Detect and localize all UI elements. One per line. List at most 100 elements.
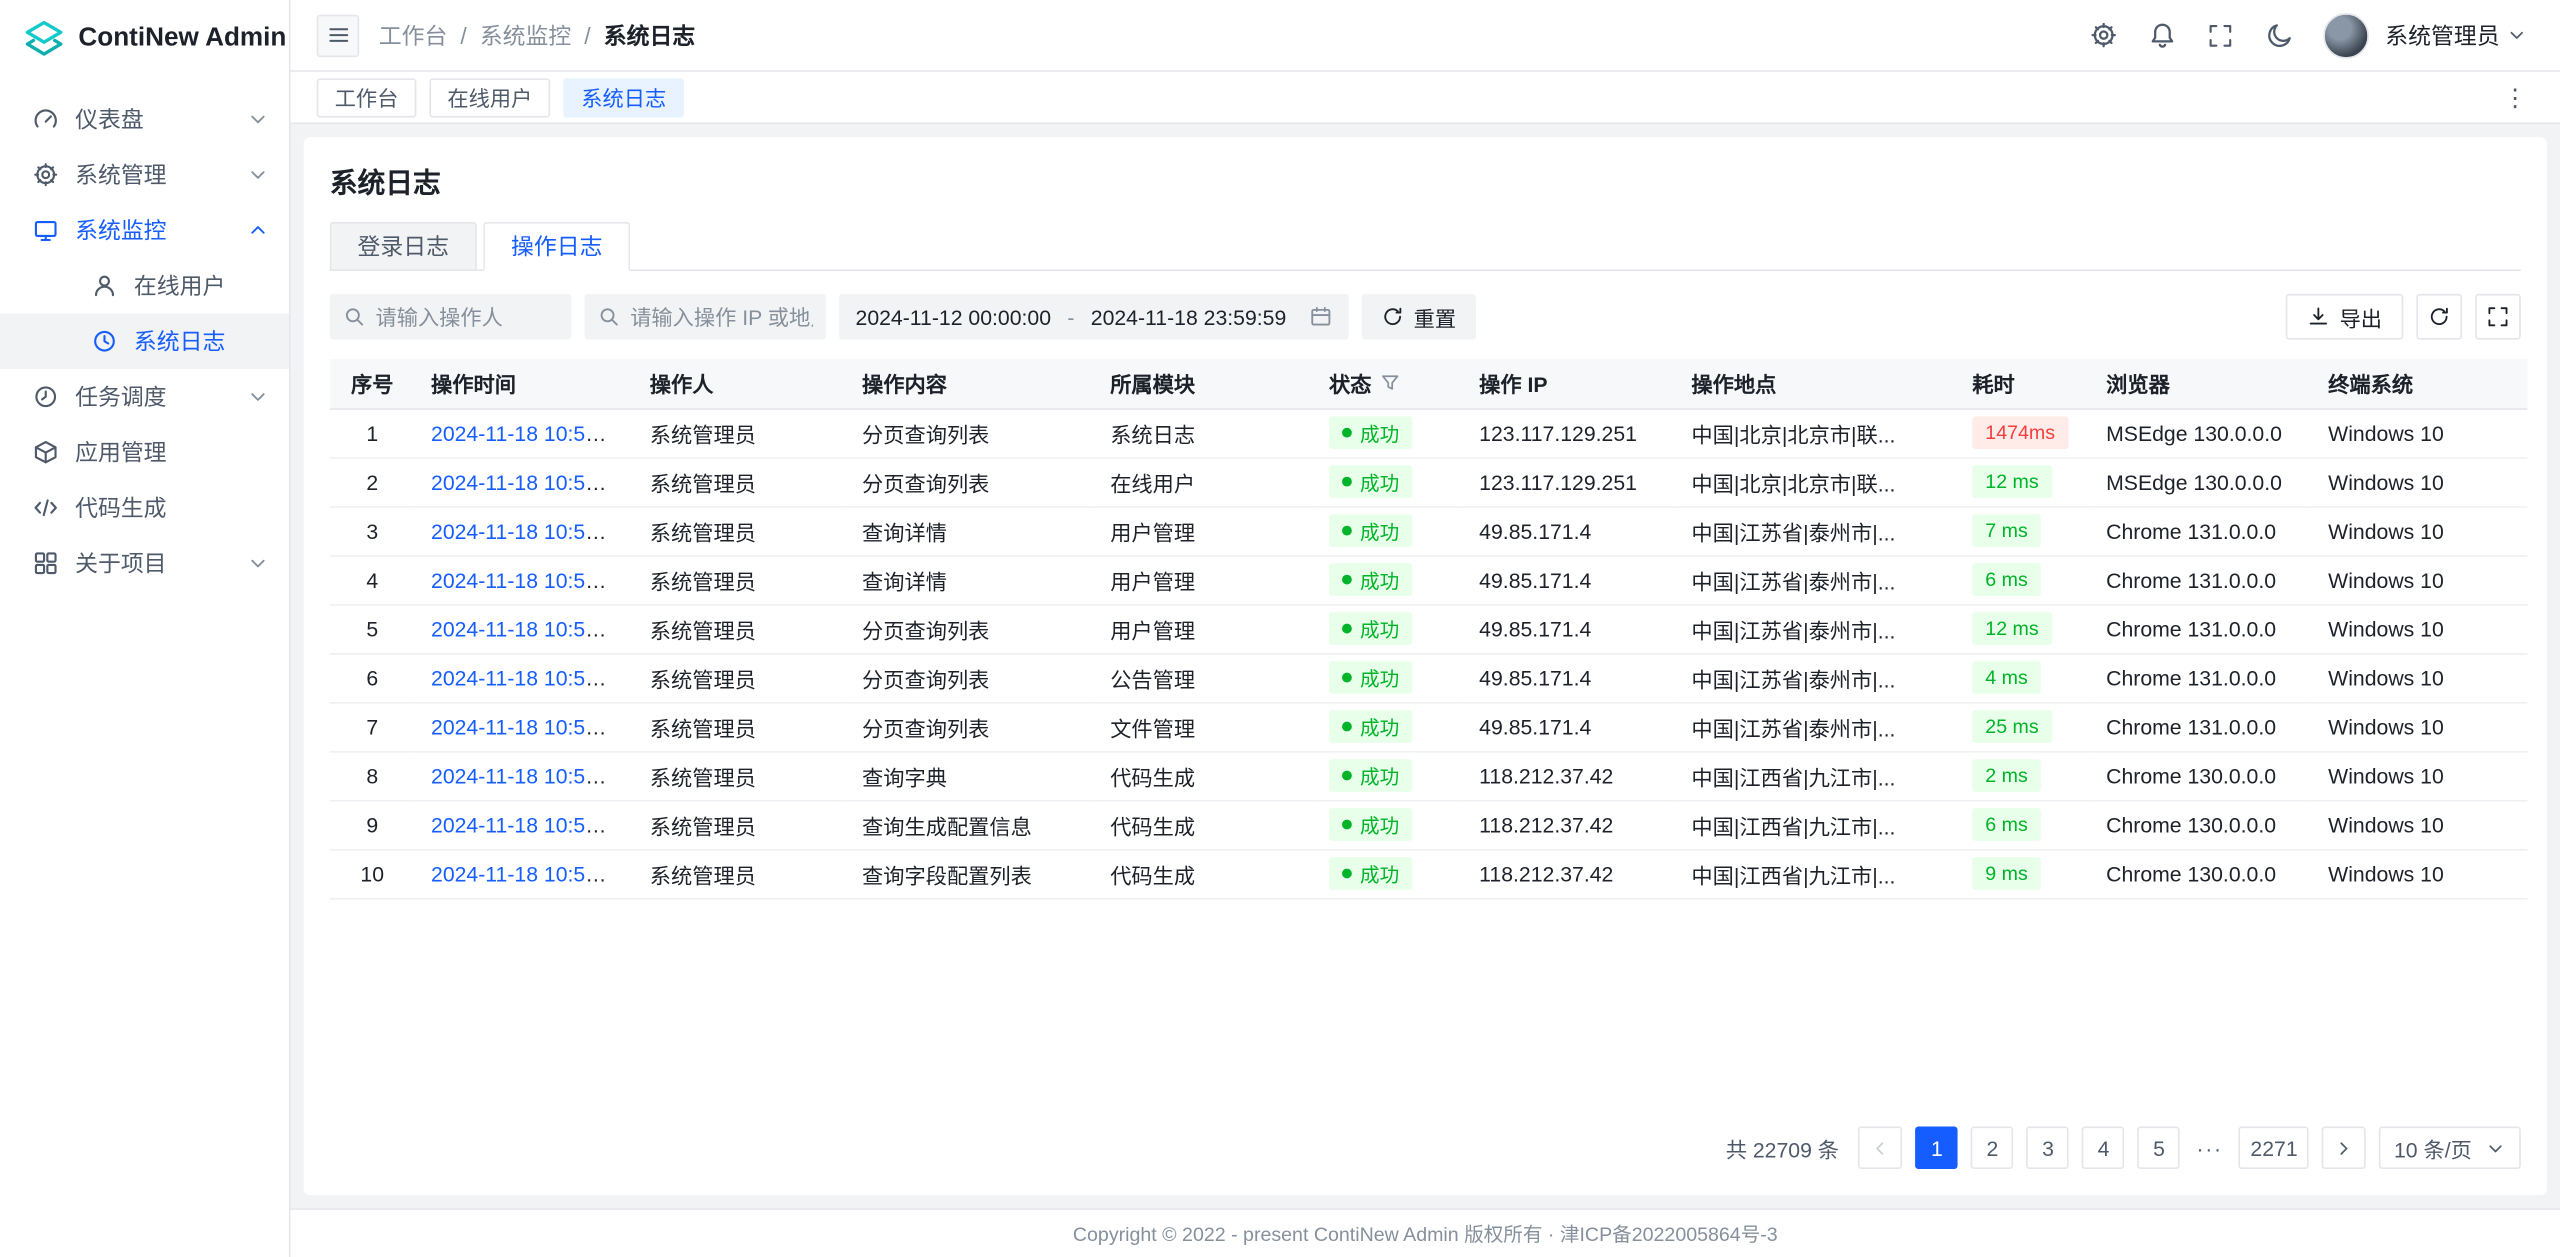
operation-time-link[interactable]: 2024-11-18 10:52:12 bbox=[431, 518, 627, 542]
table-row: 2 2024-11-18 10:52:47 系统管理员 分页查询列表 在线用户 … bbox=[330, 457, 2528, 506]
duration-badge: 9 ms bbox=[1972, 857, 2041, 890]
cell-index: 3 bbox=[330, 506, 415, 555]
pagination-ellipsis[interactable]: ··· bbox=[2193, 1136, 2226, 1160]
sidebar-item-task-schedule[interactable]: 任务调度 bbox=[0, 369, 289, 425]
tab-label: 操作日志 bbox=[511, 230, 602, 263]
operation-time-link[interactable]: 2024-11-18 10:52:05 bbox=[431, 567, 627, 591]
cell-ip: 118.212.37.42 bbox=[1463, 751, 1675, 800]
sidebar-item-system-management[interactable]: 系统管理 bbox=[0, 147, 289, 203]
operation-time-link[interactable]: 2024-11-18 10:51:52 bbox=[431, 714, 627, 738]
col-duration: 耗时 bbox=[1956, 359, 2090, 408]
sidebar-item-dashboard[interactable]: 仪表盘 bbox=[0, 91, 289, 147]
breadcrumb-item[interactable]: 系统监控 bbox=[480, 19, 571, 52]
operation-time-link[interactable]: 2024-11-18 10:51:55 bbox=[431, 616, 627, 640]
app-logo[interactable]: ContiNew Admin bbox=[0, 0, 289, 78]
cell-ip: 123.117.129.251 bbox=[1463, 408, 1675, 457]
cell-os: Windows 10 bbox=[2312, 506, 2528, 555]
sidebar-item-system-log[interactable]: 系统日志 bbox=[0, 313, 289, 369]
page-size-value: 10 条/页 bbox=[2394, 1132, 2472, 1163]
status-label: 成功 bbox=[1360, 566, 1399, 594]
filter-icon[interactable] bbox=[1380, 373, 1401, 394]
status-dot-icon bbox=[1342, 624, 1352, 634]
cell-operation-time: 2024-11-18 10:52:05 bbox=[415, 555, 634, 604]
sidebar-item-about-project[interactable]: 关于项目 bbox=[0, 536, 289, 592]
cell-status: 成功 bbox=[1313, 604, 1463, 653]
operator-search-field bbox=[330, 294, 572, 340]
cell-duration: 6 ms bbox=[1956, 800, 2090, 849]
notifications-button[interactable] bbox=[2137, 11, 2186, 60]
cell-content: 分页查询列表 bbox=[846, 702, 1094, 751]
sidebar-collapse-button[interactable] bbox=[317, 14, 359, 56]
workspace-tab-system-log[interactable]: 系统日志 bbox=[563, 78, 684, 117]
user-menu[interactable]: 系统管理员 bbox=[2379, 19, 2534, 52]
date-range-picker[interactable]: 2024-11-12 00:00:00 - 2024-11-18 23:59:5… bbox=[839, 294, 1348, 340]
tab-label: 登录日志 bbox=[358, 230, 449, 263]
settings-button[interactable] bbox=[2078, 11, 2127, 60]
cell-operator: 系统管理员 bbox=[633, 408, 845, 457]
user-name: 系统管理员 bbox=[2385, 19, 2499, 52]
export-button[interactable]: 导出 bbox=[2286, 294, 2404, 340]
pagination-page-4[interactable]: 4 bbox=[2082, 1127, 2124, 1169]
cell-module: 用户管理 bbox=[1094, 506, 1313, 555]
status-dot-icon bbox=[1342, 722, 1352, 732]
pagination-page-2[interactable]: 2 bbox=[1971, 1127, 2013, 1169]
pagination-prev-button[interactable] bbox=[1859, 1127, 1903, 1169]
operator-search-input[interactable] bbox=[376, 304, 559, 328]
pagination-page-3[interactable]: 3 bbox=[2027, 1127, 2069, 1169]
cell-duration: 2 ms bbox=[1956, 751, 2090, 800]
avatar[interactable] bbox=[2323, 12, 2369, 58]
fullscreen-button[interactable] bbox=[2196, 11, 2245, 60]
sidebar-item-app-management[interactable]: 应用管理 bbox=[0, 424, 289, 480]
ip-search-input[interactable] bbox=[630, 304, 813, 328]
cell-duration: 25 ms bbox=[1956, 702, 2090, 751]
cell-module: 公告管理 bbox=[1094, 653, 1313, 702]
breadcrumb: 工作台 / 系统监控 / 系统日志 bbox=[379, 19, 695, 52]
pagination-page-5[interactable]: 5 bbox=[2138, 1127, 2180, 1169]
operation-time-link[interactable]: 2024-11-18 10:51:49 bbox=[431, 861, 627, 885]
log-table: 序号 操作时间 操作人 操作内容 所属模块 状态 bbox=[330, 359, 2521, 899]
gear-icon bbox=[33, 162, 59, 188]
reset-button[interactable]: 重置 bbox=[1361, 294, 1475, 340]
cell-browser: Chrome 130.0.0.0 bbox=[2090, 751, 2312, 800]
pagination-last-page[interactable]: 2271 bbox=[2239, 1127, 2309, 1169]
operation-time-link[interactable]: 2024-11-18 10:52:55 bbox=[431, 420, 627, 444]
cell-status: 成功 bbox=[1313, 555, 1463, 604]
operation-time-link[interactable]: 2024-11-18 10:51:49 bbox=[431, 812, 627, 836]
cell-content: 分页查询列表 bbox=[846, 457, 1094, 506]
cell-operation-time: 2024-11-18 10:52:12 bbox=[415, 506, 634, 555]
tab-operation-log[interactable]: 操作日志 bbox=[483, 222, 630, 271]
refresh-table-button[interactable] bbox=[2416, 294, 2462, 340]
dark-mode-button[interactable] bbox=[2255, 11, 2304, 60]
cell-duration: 12 ms bbox=[1956, 604, 2090, 653]
operation-time-link[interactable]: 2024-11-18 10:52:47 bbox=[431, 469, 627, 493]
sidebar-item-label: 系统日志 bbox=[134, 325, 225, 358]
breadcrumb-separator: / bbox=[584, 22, 590, 48]
status-label: 成功 bbox=[1360, 419, 1399, 447]
duration-badge: 4 ms bbox=[1972, 661, 2041, 694]
cell-status: 成功 bbox=[1313, 800, 1463, 849]
cell-operator: 系统管理员 bbox=[633, 702, 845, 751]
refresh-icon bbox=[2428, 305, 2451, 328]
sidebar-item-code-generation[interactable]: 代码生成 bbox=[0, 480, 289, 536]
cell-operation-time: 2024-11-18 10:52:55 bbox=[415, 408, 634, 457]
pagination-next-button[interactable] bbox=[2322, 1127, 2366, 1169]
operation-time-link[interactable]: 2024-11-18 10:51:53 bbox=[431, 665, 627, 689]
workspace-tab-online-users[interactable]: 在线用户 bbox=[429, 78, 550, 117]
tabs-more-button[interactable]: ⋮ bbox=[2496, 82, 2534, 111]
fullscreen-table-button[interactable] bbox=[2475, 294, 2521, 340]
cell-os: Windows 10 bbox=[2312, 555, 2528, 604]
cell-duration: 6 ms bbox=[1956, 555, 2090, 604]
table-header-row: 序号 操作时间 操作人 操作内容 所属模块 状态 bbox=[330, 359, 2528, 408]
breadcrumb-item[interactable]: 工作台 bbox=[379, 19, 448, 52]
operation-time-link[interactable]: 2024-11-18 10:51:50 bbox=[431, 763, 627, 787]
cell-index: 10 bbox=[330, 849, 415, 898]
workspace-tab-home[interactable]: 工作台 bbox=[317, 78, 417, 117]
sidebar-item-system-monitor[interactable]: 系统监控 bbox=[0, 202, 289, 258]
history-icon bbox=[91, 328, 117, 354]
pagination-page-1[interactable]: 1 bbox=[1916, 1127, 1958, 1169]
sidebar-item-online-users[interactable]: 在线用户 bbox=[0, 258, 289, 314]
cell-status: 成功 bbox=[1313, 653, 1463, 702]
tab-login-log[interactable]: 登录日志 bbox=[330, 222, 477, 271]
page-size-select[interactable]: 10 条/页 bbox=[2379, 1127, 2521, 1169]
col-operator: 操作人 bbox=[633, 359, 845, 408]
